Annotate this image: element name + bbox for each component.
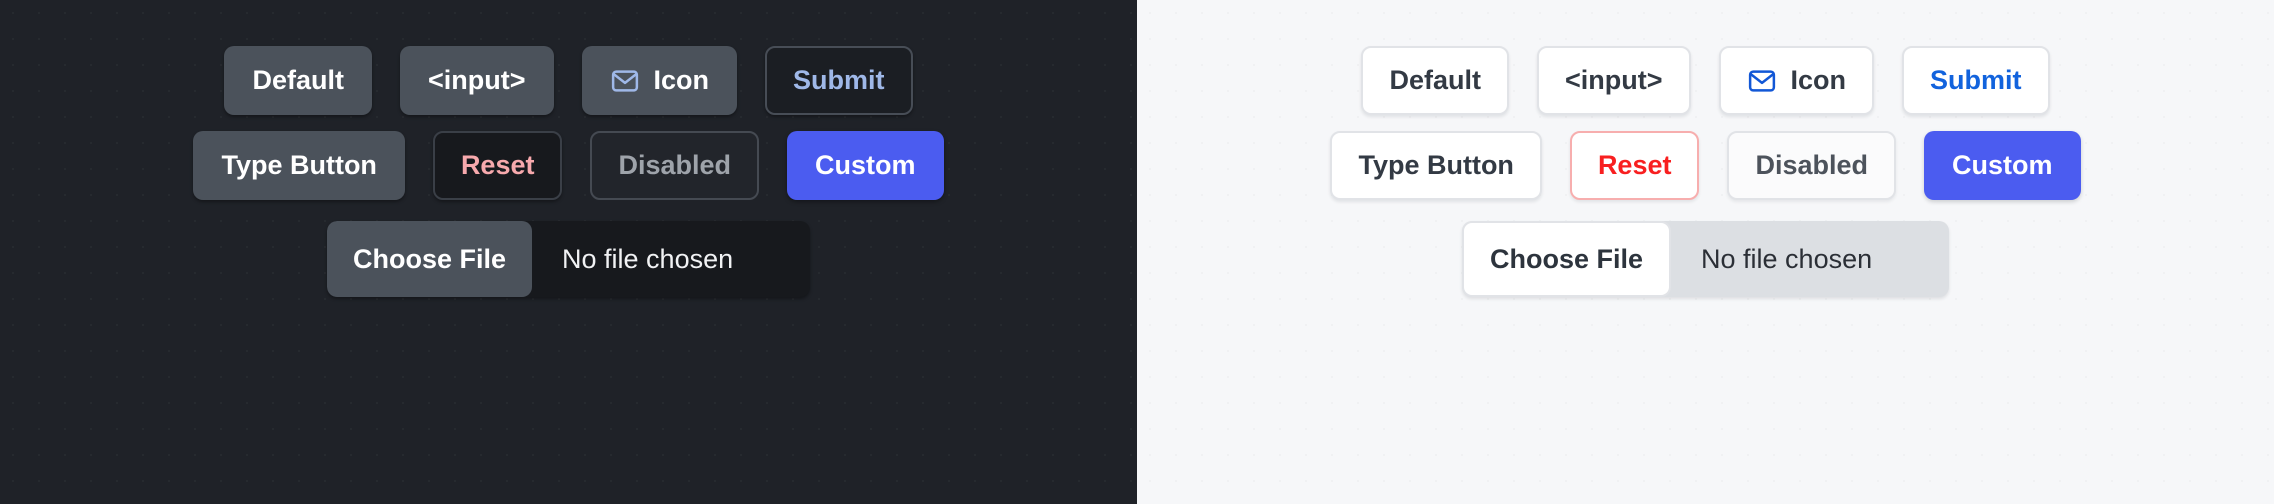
default-button-label: Default — [252, 65, 344, 95]
button-row-2: Type Button Reset Disabled Custom — [1137, 131, 2274, 200]
disabled-button: Disabled — [1727, 131, 1897, 200]
icon-button-label: Icon — [653, 65, 710, 95]
button-row-1: Default <input> Icon Submit — [1137, 46, 2274, 115]
submit-button[interactable]: Submit — [1902, 46, 2050, 115]
submit-button-label: Submit — [1930, 65, 2022, 95]
choose-file-button[interactable]: Choose File — [1461, 221, 1672, 297]
input-button-label: <input> — [427, 65, 526, 95]
custom-button-label: Custom — [1952, 150, 2053, 180]
file-status-label: No file chosen — [562, 243, 734, 274]
file-input-row: Choose File No file chosen — [1137, 221, 2274, 297]
file-input[interactable]: Choose File No file chosen — [326, 221, 811, 297]
input-button-label: <input> — [1564, 65, 1663, 95]
type-button-label: Type Button — [1358, 150, 1514, 180]
custom-button[interactable]: Custom — [1924, 131, 2081, 200]
choose-file-button[interactable]: Choose File — [326, 221, 533, 297]
disabled-button-label: Disabled — [618, 150, 732, 180]
reset-button[interactable]: Reset — [432, 131, 563, 200]
custom-button[interactable]: Custom — [787, 131, 944, 200]
input-button[interactable]: <input> — [1536, 46, 1691, 115]
file-status-label: No file chosen — [1701, 243, 1873, 274]
envelope-icon — [610, 66, 640, 96]
reset-button-label: Reset — [1597, 150, 1672, 180]
reset-button-label: Reset — [460, 150, 535, 180]
icon-button[interactable]: Icon — [581, 46, 738, 115]
default-button-label: Default — [1389, 65, 1481, 95]
input-button[interactable]: <input> — [399, 46, 554, 115]
file-input-row: Choose File No file chosen — [0, 221, 1137, 297]
icon-button[interactable]: Icon — [1718, 46, 1875, 115]
submit-button-label: Submit — [793, 65, 885, 95]
panel-dark: Default <input> Icon Submit Type Button Reset… — [0, 0, 1137, 504]
submit-button[interactable]: Submit — [765, 46, 913, 115]
envelope-icon — [1747, 66, 1777, 96]
icon-button-label: Icon — [1790, 65, 1847, 95]
disabled-button-label: Disabled — [1755, 150, 1869, 180]
type-button[interactable]: Type Button — [1330, 131, 1542, 200]
button-showcase-stage: Default <input> Icon Submit Type Button Reset… — [0, 0, 2274, 504]
file-input[interactable]: Choose File No file chosen — [1461, 221, 1950, 297]
custom-button-label: Custom — [815, 150, 916, 180]
reset-button[interactable]: Reset — [1569, 131, 1700, 200]
button-row-1: Default <input> Icon Submit — [0, 46, 1137, 115]
type-button-label: Type Button — [221, 150, 377, 180]
default-button[interactable]: Default — [224, 46, 372, 115]
disabled-button: Disabled — [590, 131, 760, 200]
panel-light: Default <input> Icon Submit Type Button Reset… — [1137, 0, 2274, 504]
type-button[interactable]: Type Button — [193, 131, 405, 200]
button-row-2: Type Button Reset Disabled Custom — [0, 131, 1137, 200]
default-button[interactable]: Default — [1361, 46, 1509, 115]
